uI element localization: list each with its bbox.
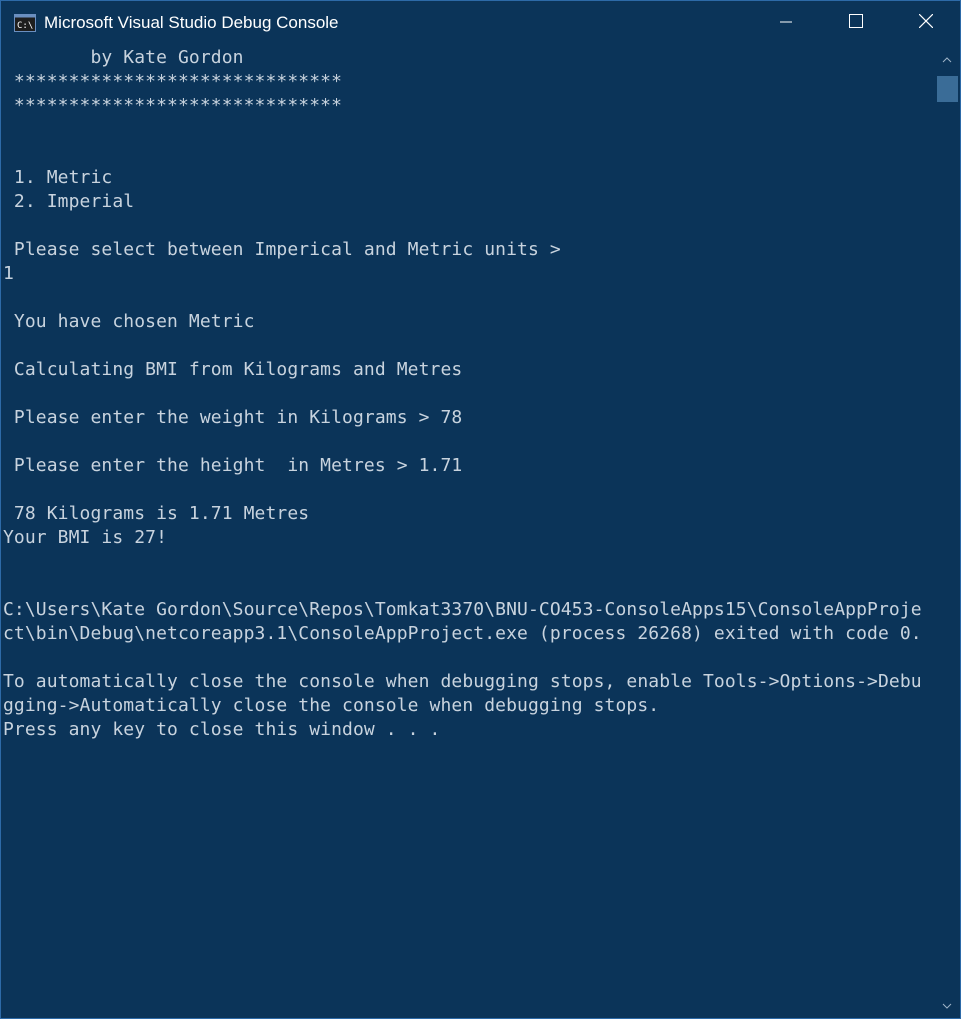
console-line: by Kate Gordon <box>3 47 244 68</box>
console-line: Your BMI is 27! <box>3 527 168 548</box>
scroll-down-button[interactable] <box>934 992 960 1018</box>
chevron-down-icon <box>942 996 952 1014</box>
console-line: ct\bin\Debug\netcoreapp3.1\ConsoleAppPro… <box>3 623 922 644</box>
console-line: Please enter the height in Metres > 1.71 <box>3 455 463 476</box>
console-line: 1. Metric <box>3 167 113 188</box>
console-line: To automatically close the console when … <box>3 671 922 692</box>
vertical-scrollbar[interactable] <box>934 46 960 1018</box>
close-icon <box>918 13 934 33</box>
title-bar[interactable]: C:\ Microsoft Visual Studio Debug Consol… <box>1 1 960 46</box>
console-app-icon: C:\ <box>14 14 36 32</box>
console-line: 1 <box>3 263 14 284</box>
console-line: C:\Users\Kate Gordon\Source\Repos\Tomkat… <box>3 599 922 620</box>
console-line: You have chosen Metric <box>3 311 255 332</box>
console-output-area[interactable]: by Kate Gordon *************************… <box>1 46 934 1018</box>
console-line: gging->Automatically close the console w… <box>3 695 660 716</box>
svg-text:C:\: C:\ <box>17 21 33 31</box>
maximize-button[interactable] <box>821 1 891 46</box>
scroll-thumb[interactable] <box>937 76 958 102</box>
console-line: Press any key to close this window . . . <box>3 719 441 740</box>
minimize-button[interactable] <box>751 1 821 46</box>
scroll-up-button[interactable] <box>934 46 960 72</box>
window-title: Microsoft Visual Studio Debug Console <box>44 13 339 32</box>
minimize-icon <box>780 15 792 33</box>
console-line: ****************************** <box>3 95 343 116</box>
console-line: Calculating BMI from Kilograms and Metre… <box>3 359 463 380</box>
console-line: ****************************** <box>3 71 343 92</box>
close-button[interactable] <box>891 1 960 46</box>
console-text: by Kate Gordon *************************… <box>3 46 922 742</box>
console-line: Please enter the weight in Kilograms > 7… <box>3 407 463 428</box>
chevron-up-icon <box>942 50 952 68</box>
maximize-icon <box>849 14 863 33</box>
console-line: 78 Kilograms is 1.71 Metres <box>3 503 310 524</box>
console-line: 2. Imperial <box>3 191 135 212</box>
console-line: Please select between Imperical and Metr… <box>3 239 561 260</box>
debug-console-window: C:\ Microsoft Visual Studio Debug Consol… <box>0 0 961 1019</box>
